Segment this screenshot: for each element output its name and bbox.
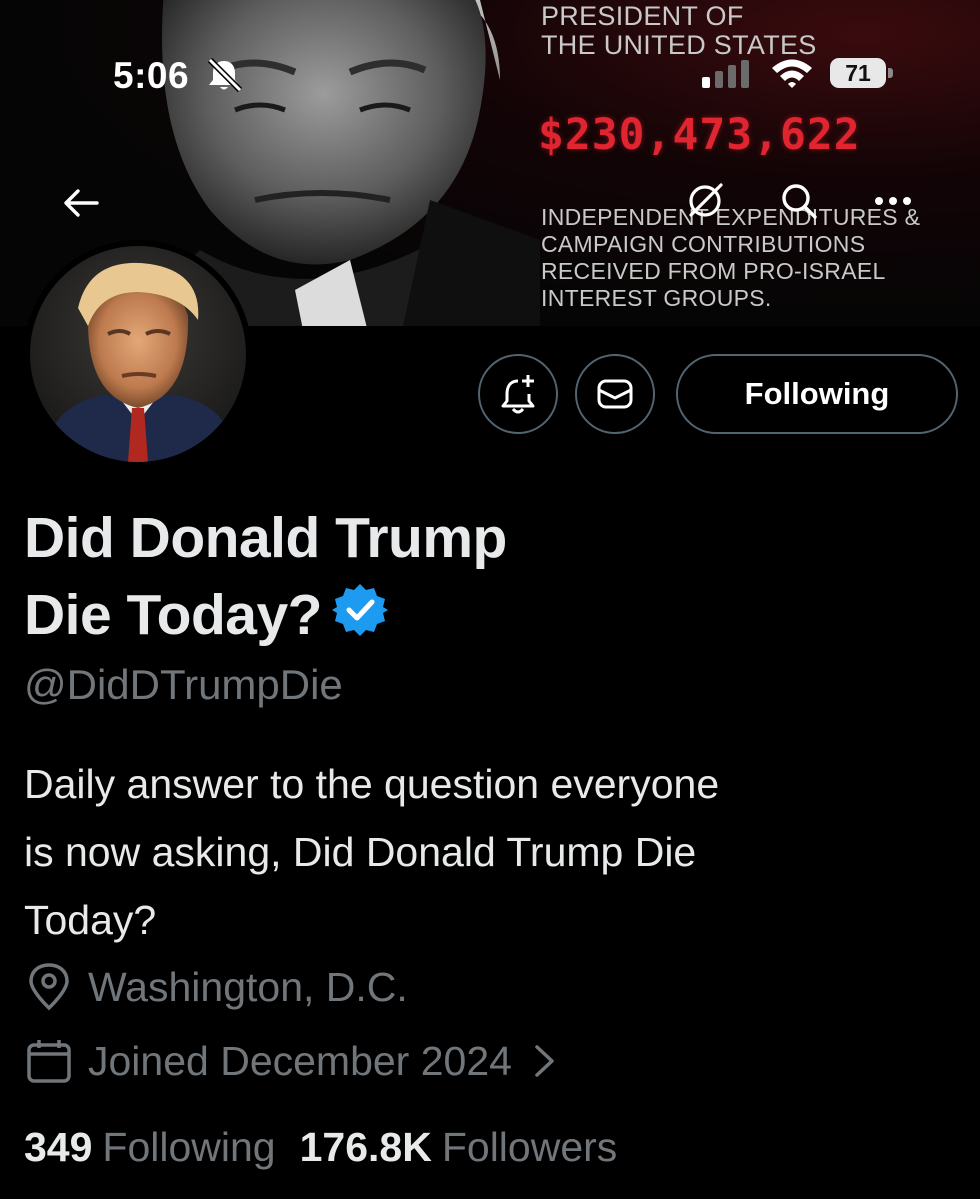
chevron-right-icon	[535, 1045, 554, 1077]
location-row: Washington, D.C.	[24, 962, 408, 1012]
joined-row[interactable]: Joined December 2024	[24, 1036, 558, 1086]
bio-line: is now asking, Did Donald Trump Die	[24, 829, 697, 875]
more-button[interactable]	[868, 176, 918, 226]
following-count: 349	[24, 1124, 93, 1170]
followers-stat[interactable]: 176.8K Followers	[300, 1124, 618, 1170]
bio-line: Today?	[24, 897, 157, 943]
display-name-line: Did Donald Trump	[24, 506, 507, 570]
status-bar: 5:06 71	[0, 0, 980, 110]
profile-bio: Daily answer to the question everyone is…	[24, 750, 954, 954]
message-button[interactable]	[575, 354, 655, 434]
battery-level: 71	[845, 60, 871, 86]
user-handle: @DidDTrumpDie	[24, 661, 343, 708]
location-pin-icon	[24, 962, 74, 1012]
battery-cap	[888, 68, 893, 78]
bio-line: Daily answer to the question everyone	[24, 761, 720, 807]
message-icon	[597, 379, 633, 409]
verified-icon[interactable]	[331, 582, 388, 638]
battery-indicator: 71	[830, 58, 893, 88]
following-label: Following	[102, 1124, 276, 1170]
silent-mode-icon	[207, 57, 243, 93]
avatar-image	[30, 246, 246, 462]
display-name-line-2: Die Today?	[24, 577, 724, 654]
back-button[interactable]	[56, 178, 106, 228]
following-stat[interactable]: 349 Following	[24, 1124, 276, 1170]
calendar-icon	[24, 1036, 74, 1086]
avatar-portrait	[30, 246, 246, 462]
joined-text: Joined December 2024	[88, 1037, 512, 1084]
banner-amount: $230,473,622	[538, 110, 861, 160]
location-text: Washington, D.C.	[88, 963, 408, 1010]
following-button[interactable]: Following	[676, 354, 958, 434]
profile-avatar[interactable]	[24, 240, 252, 468]
banner-description-line: RECEIVED FROM PRO-ISRAEL	[541, 258, 886, 284]
notification-subscribe-button[interactable]	[478, 354, 558, 434]
wifi-icon	[772, 59, 812, 88]
cellular-signal-icon	[702, 60, 749, 88]
followers-label: Followers	[441, 1124, 618, 1170]
display-name-text: Die Today?	[24, 583, 322, 647]
search-button[interactable]	[774, 176, 824, 226]
followers-count: 176.8K	[299, 1124, 432, 1170]
banner-description-line: CAMPAIGN CONTRIBUTIONS	[541, 231, 866, 257]
grok-button[interactable]	[680, 176, 730, 226]
back-arrow-icon	[64, 189, 99, 217]
more-icon	[875, 197, 911, 205]
notification-add-icon	[501, 375, 535, 414]
follow-stats: 349 Following 176.8K Followers	[24, 1124, 617, 1171]
grok-icon	[689, 183, 723, 217]
display-name: Did Donald Trump Die Today?	[24, 500, 724, 654]
status-time: 5:06	[113, 55, 190, 96]
banner-description-line: INTEREST GROUPS.	[541, 285, 772, 311]
search-icon	[782, 184, 817, 219]
